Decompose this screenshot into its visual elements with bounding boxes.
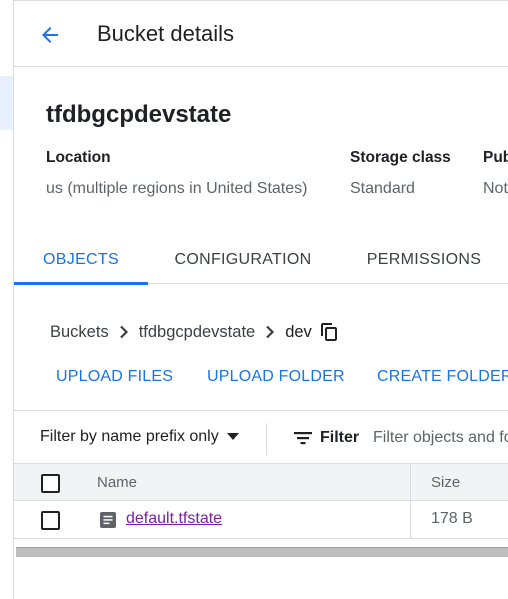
table-header-row: Name Size [14, 463, 508, 501]
location-label: Location [46, 149, 111, 166]
filter-divider [266, 423, 267, 455]
row-checkbox[interactable] [41, 511, 60, 530]
page-header: Bucket details [14, 3, 508, 67]
location-value: us (multiple regions in United States) [46, 180, 308, 197]
left-nav-rail [0, 0, 14, 599]
column-header-size[interactable]: Size [431, 474, 460, 491]
chevron-right-icon [265, 325, 275, 339]
breadcrumb-bucket[interactable]: tfdbgcpdevstate [139, 323, 256, 342]
filter-list-icon [293, 430, 313, 451]
caret-down-icon [226, 428, 239, 446]
horizontal-scrollbar[interactable] [16, 547, 508, 557]
filter-bar: Filter by name prefix only Filter [14, 410, 508, 464]
objects-table: Name Size default.tfstate 178 B [14, 463, 508, 539]
arrow-left-icon [42, 27, 58, 43]
storage-class-label: Storage class [350, 149, 451, 166]
filter-prefix-select[interactable]: Filter by name prefix only [40, 428, 239, 446]
public-access-info: Pub Not [483, 149, 508, 198]
chevron-right-icon [119, 325, 129, 339]
tab-configuration[interactable]: CONFIGURATION [164, 236, 322, 284]
column-divider [410, 464, 411, 500]
storage-class-info: Storage class Standard [350, 149, 451, 198]
column-divider [410, 501, 411, 538]
breadcrumb-buckets[interactable]: Buckets [50, 323, 109, 342]
tab-bar: OBJECTS CONFIGURATION PERMISSIONS [14, 236, 508, 285]
bucket-name: tfdbgcpdevstate [46, 101, 232, 128]
file-icon [100, 512, 116, 533]
breadcrumb: Buckets tfdbgcpdevstate dev [50, 320, 337, 344]
left-nav-active-item[interactable] [0, 76, 13, 130]
copy-icon [320, 323, 337, 341]
upload-files-button[interactable]: UPLOAD FILES [56, 368, 173, 392]
column-header-name[interactable]: Name [97, 474, 137, 491]
page-title: Bucket details [97, 21, 234, 46]
filter-prefix-label: Filter by name prefix only [40, 428, 219, 445]
breadcrumb-folder-dev: dev [285, 322, 312, 341]
create-folder-button[interactable]: CREATE FOLDER [377, 368, 508, 392]
storage-class-value: Standard [350, 180, 415, 197]
public-access-value: Not [483, 180, 508, 197]
object-size: 178 B [431, 510, 473, 527]
table-row: default.tfstate 178 B [14, 501, 508, 539]
copy-path-button[interactable] [320, 323, 337, 341]
filter-objects-input[interactable] [373, 425, 508, 451]
tab-objects[interactable]: OBJECTS [14, 236, 148, 285]
object-name-link[interactable]: default.tfstate [126, 510, 222, 528]
upload-folder-button[interactable]: UPLOAD FOLDER [207, 368, 345, 392]
location-info: Location us (multiple regions in United … [46, 149, 307, 198]
filter-label: Filter [320, 429, 360, 446]
back-button[interactable] [36, 21, 64, 49]
tab-permissions[interactable]: PERMISSIONS [357, 236, 491, 284]
public-access-label: Pub [483, 149, 508, 166]
select-all-checkbox[interactable] [41, 474, 60, 493]
